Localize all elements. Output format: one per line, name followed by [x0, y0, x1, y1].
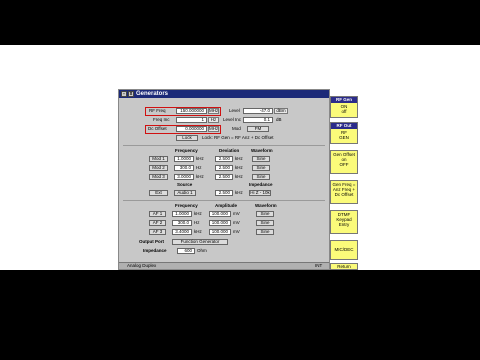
- freq-inc-unit[interactable]: Hz: [208, 117, 219, 123]
- mod2-dev-field[interactable]: 2.500: [215, 165, 233, 171]
- output-port-button[interactable]: Function Generator: [172, 239, 228, 245]
- af3-wave-button[interactable]: Sine: [256, 229, 274, 235]
- mod2-freq-field[interactable]: 300.0: [174, 165, 194, 171]
- mod2-button[interactable]: Mod 2: [149, 165, 168, 171]
- ext-dev-field[interactable]: 2.500: [215, 190, 233, 196]
- af1-wave-button[interactable]: Sine: [256, 211, 274, 217]
- freq-inc-label: Freq Inc: [153, 117, 170, 122]
- af2-amp-unit: mV: [233, 220, 240, 225]
- af3-amp-field[interactable]: 100.000: [209, 229, 231, 235]
- mod-waveform-header: Waveform: [251, 148, 273, 153]
- softkey-dtmf-keypad[interactable]: DTMF Keypad Entry: [330, 210, 358, 234]
- ext-impedance-button[interactable]: Hi Z - 10k: [249, 190, 271, 196]
- af-waveform-header: Waveform: [255, 203, 277, 208]
- level-inc-label: Level Inc: [223, 117, 242, 122]
- af3-freq-field[interactable]: 3.4000: [172, 229, 192, 235]
- mod1-dev-field[interactable]: 2.500: [215, 156, 233, 162]
- mod3-button[interactable]: Mod 3: [149, 174, 168, 180]
- af2-amp-field[interactable]: 100.000: [209, 220, 231, 226]
- softkey-rf-gen[interactable]: RF Gen ON off: [330, 96, 358, 118]
- softkey-return[interactable]: Return: [330, 263, 358, 270]
- lock-button[interactable]: Lock: [176, 135, 198, 141]
- mod-frequency-header: Frequency: [175, 148, 198, 153]
- level-label: Level: [229, 108, 240, 113]
- dc-offset-label: Dc Offset: [148, 126, 167, 131]
- impedance-field[interactable]: 600: [177, 248, 195, 254]
- mod2-wave-button[interactable]: Sine: [252, 165, 270, 171]
- af2-wave-button[interactable]: Sine: [256, 220, 274, 226]
- af1-freq-unit: kHz: [194, 211, 202, 216]
- status-ref: INT: [315, 263, 323, 268]
- mod3-freq-unit: kHz: [196, 174, 204, 179]
- softkey-panel: RF Gen ON off RF Out RF GEN Gen Offset on OF…: [330, 92, 358, 270]
- mod1-wave-button[interactable]: Sine: [252, 156, 270, 162]
- rf-freq-field[interactable]: 150.000000: [176, 108, 207, 114]
- mod-type-button[interactable]: FM: [247, 126, 269, 132]
- mod2-dev-unit: kHz: [235, 165, 243, 170]
- output-port-label: Output Port: [139, 239, 164, 244]
- softkey-gen-freq-lock[interactable]: Gen Freq = Anz Freq + Dc Offset: [330, 180, 358, 204]
- af-amplitude-header: Amplitude: [215, 203, 237, 208]
- af1-amp-field[interactable]: 100.000: [209, 211, 231, 217]
- divider-2: [123, 200, 325, 201]
- title-bar: -x Generators: [119, 90, 329, 98]
- af2-freq-field[interactable]: 300.0: [172, 220, 192, 226]
- mod2-freq-unit: Hz: [196, 165, 202, 170]
- status-bar: Analog Duplex INT: [119, 262, 329, 269]
- rf-freq-label: RF Freq: [149, 108, 166, 113]
- impedance-unit: Ohm: [197, 248, 207, 253]
- generators-window: -x Generators RF Freq 150.000000 MHz Lev…: [118, 89, 330, 270]
- level-unit[interactable]: dBm: [274, 108, 288, 114]
- dc-offset-unit[interactable]: MHz: [208, 126, 219, 132]
- impedance-label: Impedance: [143, 248, 167, 253]
- impedance-header: Impedance: [249, 182, 273, 187]
- af3-amp-unit: mV: [233, 229, 240, 234]
- mod3-dev-unit: kHz: [235, 174, 243, 179]
- mod1-dev-unit: kHz: [235, 156, 243, 161]
- ext-dev-unit: kHz: [235, 190, 243, 195]
- mod-label: Mod: [232, 126, 241, 131]
- af2-freq-unit: Hz: [194, 220, 200, 225]
- softkey-mic-dec[interactable]: MIC/DEC: [330, 240, 358, 260]
- source-header: Source: [177, 182, 193, 187]
- level-inc-field[interactable]: 0.1: [243, 117, 273, 123]
- softkey-gen-offset[interactable]: Gen Offset on OFF: [330, 150, 358, 174]
- window-title: Generators: [136, 91, 169, 97]
- mod1-freq-unit: kHz: [196, 156, 204, 161]
- rf-freq-unit[interactable]: MHz: [208, 108, 219, 114]
- ext-button[interactable]: Ext: [149, 190, 168, 196]
- level-field[interactable]: -47.0: [243, 108, 273, 114]
- mod3-wave-button[interactable]: Sine: [252, 174, 270, 180]
- af3-button[interactable]: AF 3: [149, 229, 166, 235]
- window-close-icon[interactable]: x: [128, 91, 134, 97]
- af3-freq-unit: kHz: [194, 229, 202, 234]
- mod1-button[interactable]: Mod 1: [149, 156, 168, 162]
- freq-inc-field[interactable]: 1: [176, 117, 207, 123]
- softkey-rf-out[interactable]: RF Out RF GEN: [330, 122, 358, 144]
- af1-freq-field[interactable]: 1.0000: [172, 211, 192, 217]
- window-menu-icon[interactable]: -: [121, 91, 127, 97]
- af-frequency-header: Frequency: [175, 203, 198, 208]
- mod3-freq-field[interactable]: 3.0000: [174, 174, 194, 180]
- lock-description: Lock: RF Gen = RF Anz + Dc Offset: [202, 135, 274, 140]
- mod1-freq-field[interactable]: 1.0000: [174, 156, 194, 162]
- ext-source-button[interactable]: Audio 1: [174, 190, 196, 196]
- divider-1: [123, 145, 325, 146]
- dc-offset-field[interactable]: 0.000000: [176, 126, 207, 132]
- mod3-dev-field[interactable]: 2.500: [215, 174, 233, 180]
- level-inc-unit: dB: [276, 117, 282, 122]
- mod-deviation-header: Deviation: [219, 148, 240, 153]
- status-mode: Analog Duplex: [127, 263, 157, 268]
- af1-button[interactable]: AF 1: [149, 211, 166, 217]
- af2-button[interactable]: AF 2: [149, 220, 166, 226]
- af1-amp-unit: mV: [233, 211, 240, 216]
